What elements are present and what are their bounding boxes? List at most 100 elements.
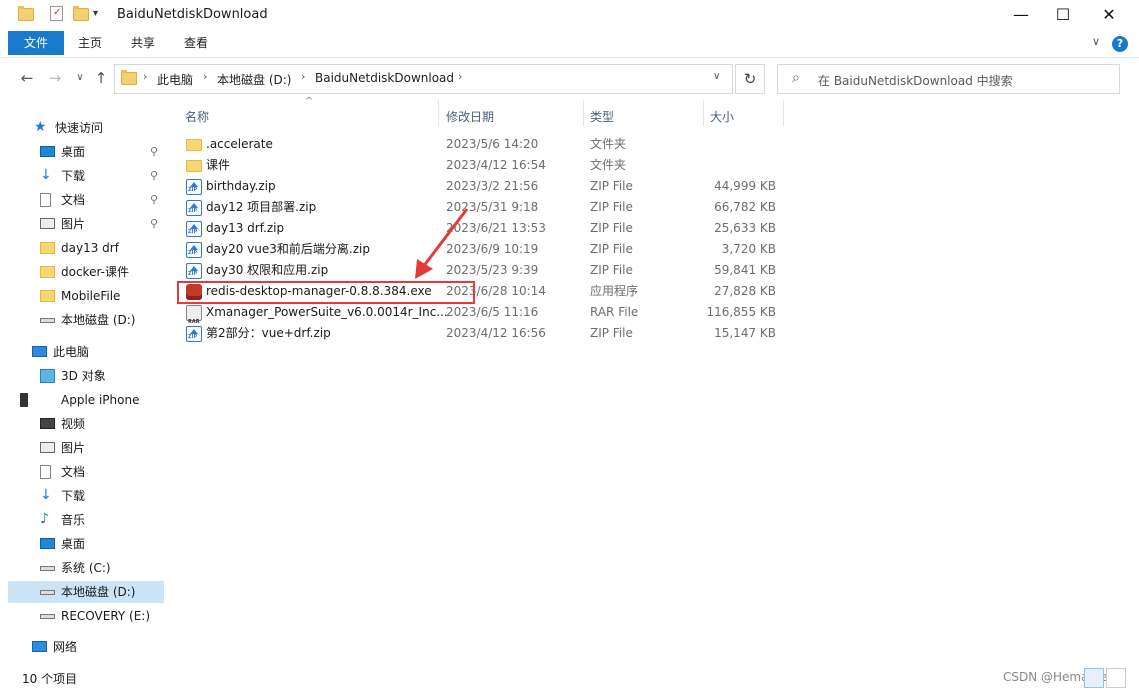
new-folder-icon[interactable] bbox=[73, 6, 89, 22]
file-type: ZIP File bbox=[590, 179, 633, 193]
file-size: 116,855 KB bbox=[706, 305, 776, 319]
chevron-right-icon[interactable]: › bbox=[301, 70, 305, 83]
file-name: .accelerate bbox=[206, 137, 273, 151]
file-row[interactable]: 课件 2023/4/12 16:54 文件夹 bbox=[181, 155, 781, 176]
nav-item-pc-10[interactable]: RECOVERY (E:) bbox=[8, 605, 164, 627]
tab-view[interactable]: 查看 bbox=[176, 31, 216, 55]
breadcrumb-drive-d[interactable]: 本地磁盘 (D:) bbox=[217, 71, 291, 88]
tab-share[interactable]: 共享 bbox=[123, 31, 163, 55]
file-name: day30 权限和应用.zip bbox=[206, 263, 329, 277]
file-size: 59,841 KB bbox=[714, 263, 776, 277]
minimize-button[interactable]: — bbox=[998, 0, 1044, 31]
back-arrow-icon[interactable]: ← bbox=[17, 68, 37, 88]
file-date: 2023/5/6 14:20 bbox=[446, 137, 539, 151]
nav-item-quick-4[interactable]: day13 drf bbox=[8, 237, 164, 259]
column-divider[interactable] bbox=[783, 100, 784, 126]
nav-item-pc-9[interactable]: 本地磁盘 (D:) bbox=[8, 581, 164, 603]
file-row[interactable]: day12 项目部署.zip2023/5/31 9:18ZIP File66,7… bbox=[181, 197, 781, 218]
document-icon bbox=[40, 193, 51, 207]
file-row[interactable]: day30 权限和应用.zip2023/5/23 9:39ZIP File59,… bbox=[181, 260, 781, 281]
up-arrow-icon[interactable]: ↑ bbox=[91, 68, 111, 88]
column-divider[interactable] bbox=[703, 100, 704, 126]
nav-item-quick-0[interactable]: 桌面 ⚲ bbox=[8, 141, 164, 163]
details-view-icon[interactable] bbox=[1084, 668, 1104, 688]
file-name: day13 drf.zip bbox=[206, 221, 285, 235]
pin-icon[interactable]: ⚲ bbox=[150, 213, 158, 235]
refresh-icon[interactable]: ↻ bbox=[735, 64, 765, 94]
nav-item-quick-2[interactable]: 文档 ⚲ bbox=[8, 189, 164, 211]
file-row[interactable]: day20 vue3和前后端分离.zip2023/6/9 10:19ZIP Fi… bbox=[181, 239, 781, 260]
chevron-right-icon[interactable]: › bbox=[458, 70, 462, 83]
file-date: 2023/4/12 16:56 bbox=[446, 326, 546, 340]
nav-item-pc-7[interactable]: 桌面 bbox=[8, 533, 164, 555]
file-row[interactable]: .accelerate 2023/5/6 14:20 文件夹 bbox=[181, 134, 781, 155]
search-input[interactable]: ⌕ 在 BaiduNetdiskDownload 中搜索 bbox=[777, 64, 1120, 94]
picture-icon bbox=[40, 442, 55, 453]
column-header-date[interactable]: 修改日期 bbox=[446, 104, 494, 130]
nav-item-quick-3[interactable]: 图片 ⚲ bbox=[8, 213, 164, 235]
file-type: ZIP File bbox=[590, 242, 633, 256]
pin-icon[interactable]: ⚲ bbox=[150, 189, 158, 211]
nav-item-label: 本地磁盘 (D:) bbox=[61, 585, 136, 599]
chevron-right-icon[interactable]: › bbox=[143, 70, 147, 83]
nav-item-pc-2[interactable]: 视频 bbox=[8, 413, 164, 435]
tab-home[interactable]: 主页 bbox=[70, 31, 110, 55]
nav-item-label: 下载 bbox=[61, 489, 86, 503]
address-bar[interactable]: › 此电脑 › 本地磁盘 (D:) › BaiduNetdiskDownload… bbox=[114, 64, 733, 94]
folder-icon bbox=[121, 70, 137, 85]
nav-item-label: 视频 bbox=[61, 417, 86, 431]
forward-arrow-icon[interactable]: → bbox=[45, 68, 65, 88]
file-row[interactable]: Xmanager_PowerSuite_v6.0.0014r_Inc...202… bbox=[181, 302, 781, 333]
file-type: 文件夹 bbox=[590, 137, 627, 151]
recent-locations-icon[interactable]: ∨ bbox=[70, 68, 90, 88]
nav-item-pc-5[interactable]: ↓ 下载 bbox=[8, 485, 164, 507]
help-icon[interactable]: ? bbox=[1112, 36, 1128, 52]
nav-quick-access[interactable]: ★ 快速访问 bbox=[8, 117, 164, 139]
column-header-name[interactable]: 名称 bbox=[185, 104, 209, 130]
breadcrumb-folder[interactable]: BaiduNetdiskDownload bbox=[315, 71, 454, 85]
nav-item-quick-1[interactable]: ↓ 下载 ⚲ bbox=[8, 165, 164, 187]
folder-icon bbox=[40, 266, 55, 278]
close-button[interactable]: ✕ bbox=[1086, 0, 1132, 31]
watermark: CSDN @Hemameba bbox=[1003, 670, 1123, 684]
file-type: ZIP File bbox=[590, 263, 633, 277]
nav-item-quick-6[interactable]: MobileFile bbox=[8, 285, 164, 307]
chevron-down-icon[interactable]: ∨ bbox=[713, 71, 720, 82]
chevron-right-icon[interactable]: › bbox=[203, 70, 207, 83]
sort-ascending-icon: ^ bbox=[305, 96, 314, 107]
nav-item-quick-5[interactable]: docker-课件 bbox=[8, 261, 164, 283]
nav-this-pc[interactable]: 此电脑 bbox=[8, 341, 164, 363]
search-icon: ⌕ bbox=[792, 70, 800, 86]
nav-network[interactable]: 网络 bbox=[8, 636, 164, 658]
expand-ribbon-icon[interactable]: ∨ bbox=[1092, 35, 1100, 48]
large-icons-view-icon[interactable] bbox=[1106, 668, 1126, 688]
file-row[interactable]: day13 drf.zip2023/6/21 13:53ZIP File25,6… bbox=[181, 218, 781, 239]
nav-item-quick-7[interactable]: 本地磁盘 (D:) bbox=[8, 309, 164, 331]
nav-item-pc-0[interactable]: 3D 对象 bbox=[8, 365, 164, 387]
nav-item-pc-4[interactable]: 文档 bbox=[8, 461, 164, 483]
file-row[interactable]: birthday.zip 2023/3/2 21:56 ZIP File 44,999… bbox=[181, 176, 781, 197]
nav-item-pc-8[interactable]: 系统 (C:) bbox=[8, 557, 164, 579]
customize-toolbar-icon[interactable]: ▾ bbox=[93, 8, 107, 22]
maximize-button[interactable]: ☐ bbox=[1040, 0, 1086, 31]
nav-item-pc-1[interactable]: Apple iPhone bbox=[8, 389, 164, 411]
nav-item-label: 图片 bbox=[61, 441, 86, 455]
pin-icon[interactable]: ⚲ bbox=[150, 165, 158, 187]
properties-icon[interactable]: ✓ bbox=[50, 6, 63, 21]
nav-item-pc-3[interactable]: 图片 bbox=[8, 437, 164, 459]
breadcrumb-this-pc[interactable]: 此电脑 bbox=[157, 71, 193, 88]
file-date: 2023/3/2 21:56 bbox=[446, 179, 539, 193]
tab-file[interactable]: 文件 bbox=[8, 31, 64, 55]
nav-item-label: 图片 bbox=[61, 217, 86, 231]
zip-file-icon bbox=[186, 221, 202, 237]
column-header-type[interactable]: 类型 bbox=[590, 104, 614, 130]
file-row[interactable]: 第2部分：vue+drf.zip 2023/4/12 16:56 ZIP File 1… bbox=[181, 323, 781, 344]
column-divider[interactable] bbox=[583, 100, 584, 126]
nav-item-pc-6[interactable]: ♪ 音乐 bbox=[8, 509, 164, 531]
pin-icon[interactable]: ⚲ bbox=[150, 141, 158, 163]
column-header-size[interactable]: 大小 bbox=[710, 104, 734, 130]
status-bar: 10 个项目 CSDN @Hemameba bbox=[0, 666, 1139, 690]
drive-icon bbox=[40, 566, 55, 571]
column-divider[interactable] bbox=[438, 100, 439, 126]
nav-item-label: 3D 对象 bbox=[61, 369, 106, 383]
